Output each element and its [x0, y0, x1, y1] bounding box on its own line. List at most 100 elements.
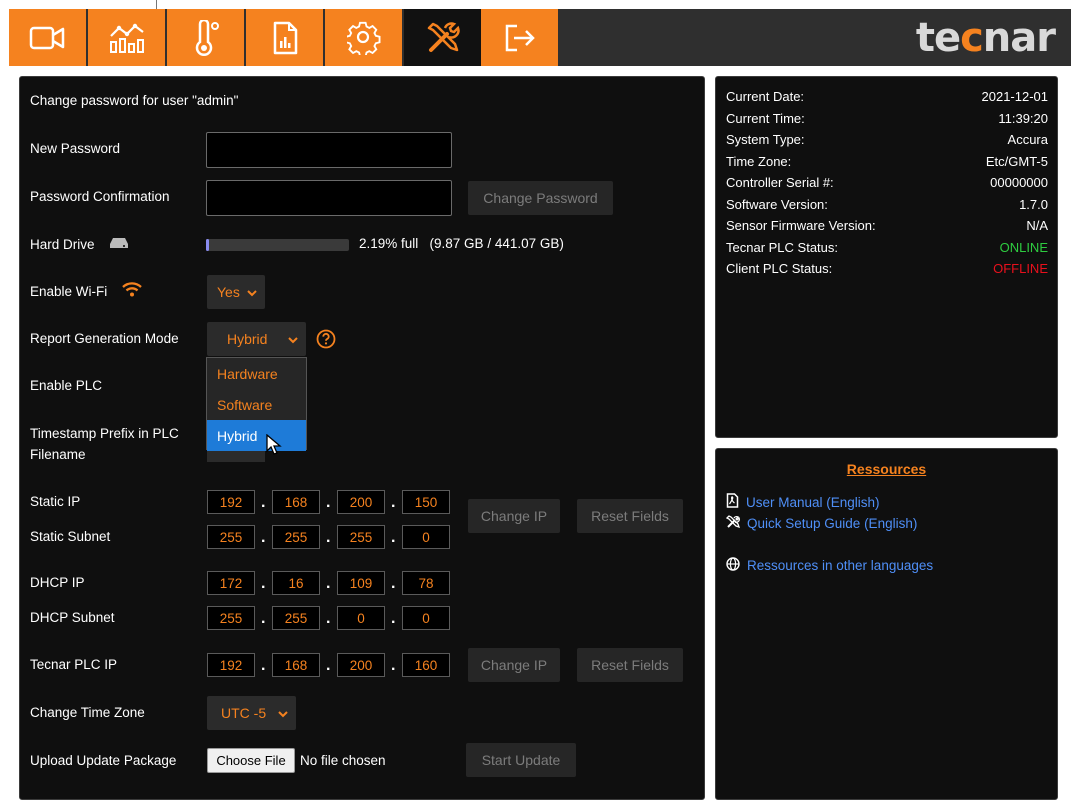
- ip-dot: .: [391, 494, 396, 511]
- password-confirmation-label: Password Confirmation: [30, 189, 170, 204]
- info-row-tecnar-plc-status: Tecnar PLC Status: ONLINE: [726, 240, 1048, 255]
- status-online: ONLINE: [999, 240, 1048, 255]
- static-ip-octet-2[interactable]: 168: [272, 490, 320, 514]
- info-label: Client PLC Status:: [726, 261, 833, 276]
- dhcp-ip-label: DHCP IP: [30, 575, 85, 590]
- info-value: 11:39:20: [998, 111, 1048, 126]
- static-subnet-octet-4[interactable]: 0: [402, 525, 450, 549]
- other-languages-link-label: Ressources in other languages: [747, 558, 934, 573]
- chevron-down-icon: [247, 284, 257, 300]
- tab-reports[interactable]: [246, 9, 323, 66]
- change-ip-button[interactable]: Change IP: [468, 499, 560, 533]
- ip-dot: .: [326, 494, 331, 511]
- quick-setup-guide-link-label: Quick Setup Guide (English): [747, 516, 918, 531]
- hard-drive-usage-fill: [206, 239, 210, 251]
- info-label: Current Time:: [726, 111, 805, 126]
- settings-panel: Change password for user "admin" New Pas…: [19, 76, 705, 800]
- choose-file-button[interactable]: Choose File: [207, 748, 295, 773]
- wifi-select[interactable]: Yes: [207, 275, 265, 309]
- tab-tools[interactable]: [404, 9, 481, 66]
- static-subnet-octet-3[interactable]: 255: [337, 525, 385, 549]
- static-subnet-octet-2[interactable]: 255: [272, 525, 320, 549]
- change-password-title: Change password for user "admin": [30, 93, 239, 108]
- tab-settings[interactable]: [325, 9, 402, 66]
- static-ip-octet-1[interactable]: 192: [207, 490, 255, 514]
- static-ip-octet-4[interactable]: 150: [402, 490, 450, 514]
- info-row-software-version: Software Version: 1.7.0: [726, 197, 1048, 212]
- tecnar-plc-ip-octet-4[interactable]: 160: [402, 653, 450, 677]
- static-subnet-label: Static Subnet: [30, 529, 111, 544]
- enable-plc-label: Enable PLC: [30, 378, 103, 393]
- info-label: Software Version:: [726, 197, 828, 212]
- chart-icon: [107, 22, 147, 54]
- ip-dot: .: [261, 657, 266, 674]
- new-password-label: New Password: [30, 141, 121, 156]
- upload-update-package-label: Upload Update Package: [30, 753, 177, 768]
- change-plc-ip-button[interactable]: Change IP: [468, 648, 560, 682]
- password-confirmation-input[interactable]: [206, 180, 452, 216]
- gear-icon: [346, 21, 381, 55]
- top-navigation-bar: tecnar: [9, 9, 1071, 66]
- dhcp-subnet-octet-3: 0: [337, 606, 385, 630]
- info-label: System Type:: [726, 132, 805, 147]
- dropdown-option-software[interactable]: Software: [207, 389, 306, 420]
- dhcp-subnet-label: DHCP Subnet: [30, 610, 115, 625]
- tab-temperature[interactable]: [167, 9, 244, 66]
- start-update-button[interactable]: Start Update: [466, 743, 576, 777]
- info-label: Controller Serial #:: [726, 175, 834, 190]
- tecnar-plc-ip-octet-2[interactable]: 168: [272, 653, 320, 677]
- system-info-panel: Current Date: 2021-12-01 Current Time: 11:…: [715, 76, 1058, 438]
- info-value: 2021-12-01: [981, 89, 1049, 104]
- pdf-icon: [726, 493, 739, 511]
- other-languages-link[interactable]: Ressources in other languages: [726, 557, 933, 574]
- ip-dot: .: [326, 575, 331, 592]
- user-manual-link-label: User Manual (English): [746, 494, 880, 510]
- tecnar-plc-ip-octet-1[interactable]: 192: [207, 653, 255, 677]
- info-label: Sensor Firmware Version:: [726, 218, 876, 233]
- tab-video[interactable]: [9, 9, 86, 66]
- logout-icon: [503, 23, 537, 53]
- ip-dot: .: [391, 657, 396, 674]
- ip-dot: .: [326, 657, 331, 674]
- time-zone-select[interactable]: UTC -5: [207, 696, 296, 730]
- hard-drive-icon: [109, 237, 129, 252]
- timestamp-prefix-label-line2: Filename: [30, 447, 86, 462]
- info-label: Current Date:: [726, 89, 805, 104]
- info-row-current-time: Current Time: 11:39:20: [726, 111, 1048, 126]
- dropdown-option-hardware[interactable]: Hardware: [207, 358, 306, 389]
- dhcp-subnet-octet-2: 255: [272, 606, 320, 630]
- tools-icon: [725, 515, 741, 532]
- tab-statistics[interactable]: [88, 9, 165, 66]
- report-mode-select[interactable]: Hybrid: [207, 322, 306, 356]
- tab-logout[interactable]: [481, 9, 558, 66]
- reset-plc-fields-button[interactable]: Reset Fields: [577, 648, 683, 682]
- report-generation-mode-label: Report Generation Mode: [30, 331, 179, 346]
- dhcp-ip-octet-4: 78: [402, 571, 450, 595]
- dropdown-option-hybrid[interactable]: Hybrid: [207, 420, 306, 451]
- reset-fields-button[interactable]: Reset Fields: [577, 499, 683, 533]
- report-icon: [271, 21, 299, 55]
- quick-setup-guide-link[interactable]: Quick Setup Guide (English): [725, 515, 918, 532]
- hard-drive-usage-bar: [206, 239, 349, 251]
- static-subnet-octet-1[interactable]: 255: [207, 525, 255, 549]
- ip-dot: .: [261, 494, 266, 511]
- help-icon[interactable]: [316, 329, 336, 352]
- tecnar-plc-ip-octet-3[interactable]: 200: [337, 653, 385, 677]
- mouse-cursor-icon: [266, 433, 282, 459]
- info-value: 1.7.0: [1019, 197, 1048, 212]
- hard-drive-label: Hard Drive: [30, 237, 95, 252]
- new-password-input[interactable]: [206, 132, 452, 168]
- change-password-button[interactable]: Change Password: [468, 181, 613, 215]
- ip-dot: .: [261, 529, 266, 546]
- resources-panel: Ressources User Manual (English) Quick S…: [715, 448, 1058, 800]
- dhcp-subnet-octet-1: 255: [207, 606, 255, 630]
- ip-dot: .: [391, 610, 396, 627]
- user-manual-link[interactable]: User Manual (English): [726, 493, 880, 511]
- thermometer-icon: [191, 19, 221, 56]
- info-row-current-date: Current Date: 2021-12-01: [726, 89, 1048, 104]
- hard-drive-usage-text: 2.19% full (9.87 GB / 441.07 GB): [359, 236, 564, 251]
- ip-dot: .: [391, 529, 396, 546]
- static-ip-octet-3[interactable]: 200: [337, 490, 385, 514]
- info-label: Time Zone:: [726, 154, 792, 169]
- globe-icon: [726, 557, 740, 574]
